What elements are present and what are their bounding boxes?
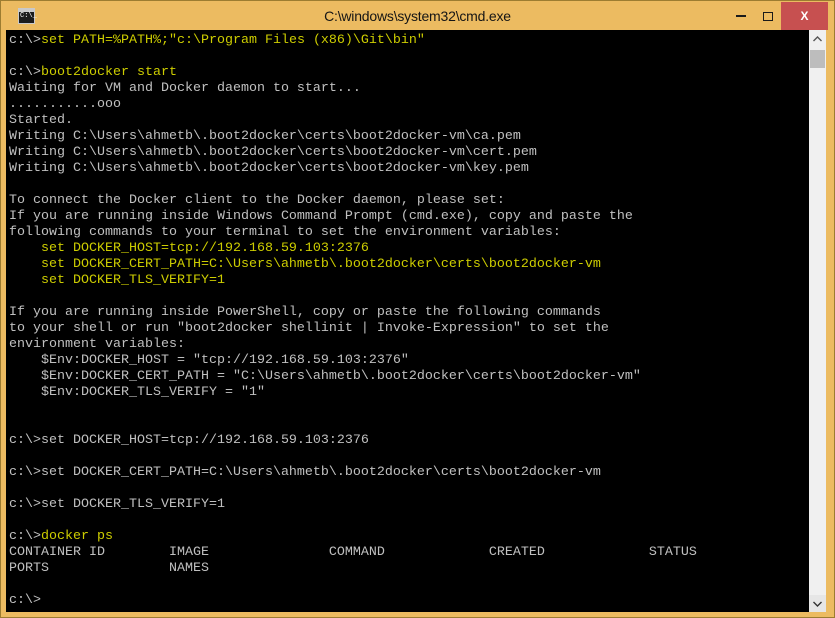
terminal-line: c:\>boot2docker start xyxy=(9,65,809,81)
terminal-line: c:\>docker ps xyxy=(9,529,809,545)
terminal-line xyxy=(9,417,809,433)
terminal-line: environment variables: xyxy=(9,337,809,353)
terminal-line: set DOCKER_CERT_PATH=C:\Users\ahmetb\.bo… xyxy=(9,257,809,273)
terminal-line: $Env:DOCKER_TLS_VERIFY = "1" xyxy=(9,385,809,401)
close-button[interactable]: X xyxy=(781,2,828,30)
maximize-button[interactable] xyxy=(754,2,781,30)
terminal-line: If you are running inside PowerShell, co… xyxy=(9,305,809,321)
terminal-line: CONTAINER ID IMAGE COMMAND CREATED STATU… xyxy=(9,545,809,561)
terminal-line: $Env:DOCKER_HOST = "tcp://192.168.59.103… xyxy=(9,353,809,369)
scrollbar-thumb[interactable] xyxy=(810,50,825,68)
minimize-button[interactable] xyxy=(727,2,754,30)
scrollbar[interactable] xyxy=(809,30,826,612)
scroll-up-button[interactable] xyxy=(809,30,826,47)
terminal-line: ...........ooo xyxy=(9,97,809,113)
terminal-line xyxy=(9,577,809,593)
terminal-line: To connect the Docker client to the Dock… xyxy=(9,193,809,209)
terminal-line: Writing C:\Users\ahmetb\.boot2docker\cer… xyxy=(9,145,809,161)
terminal-line: Waiting for VM and Docker daemon to star… xyxy=(9,81,809,97)
terminal-output: c:\>set PATH=%PATH%;"c:\Program Files (x… xyxy=(9,33,809,609)
terminal-line: Writing C:\Users\ahmetb\.boot2docker\cer… xyxy=(9,161,809,177)
terminal-line xyxy=(9,449,809,465)
minimize-icon xyxy=(736,15,746,17)
terminal-line: PORTS NAMES xyxy=(9,561,809,577)
terminal-line xyxy=(9,49,809,65)
scroll-down-icon xyxy=(813,601,822,607)
terminal-line xyxy=(9,481,809,497)
terminal[interactable]: c:\>set PATH=%PATH%;"c:\Program Files (x… xyxy=(6,30,809,612)
terminal-line xyxy=(9,177,809,193)
terminal-line: If you are running inside Windows Comman… xyxy=(9,209,809,225)
terminal-line: c:\> xyxy=(9,593,809,609)
terminal-line: c:\>set DOCKER_CERT_PATH=C:\Users\ahmetb… xyxy=(9,465,809,481)
terminal-line xyxy=(9,289,809,305)
terminal-line: Writing C:\Users\ahmetb\.boot2docker\cer… xyxy=(9,129,809,145)
scroll-down-button[interactable] xyxy=(809,595,826,612)
close-icon: X xyxy=(800,9,808,23)
terminal-line: to your shell or run "boot2docker shelli… xyxy=(9,321,809,337)
titlebar[interactable]: C:\_ C:\windows\system32\cmd.exe X xyxy=(1,1,834,30)
cmd-window: C:\_ C:\windows\system32\cmd.exe X c:\>s… xyxy=(0,0,835,618)
terminal-line: c:\>set DOCKER_HOST=tcp://192.168.59.103… xyxy=(9,433,809,449)
window-title: C:\windows\system32\cmd.exe xyxy=(1,1,834,30)
terminal-line: set DOCKER_HOST=tcp://192.168.59.103:237… xyxy=(9,241,809,257)
scroll-up-icon xyxy=(813,36,822,42)
terminal-line xyxy=(9,401,809,417)
terminal-line: set DOCKER_TLS_VERIFY=1 xyxy=(9,273,809,289)
terminal-line: c:\>set DOCKER_TLS_VERIFY=1 xyxy=(9,497,809,513)
terminal-line: following commands to your terminal to s… xyxy=(9,225,809,241)
maximize-icon xyxy=(763,12,773,21)
terminal-line: $Env:DOCKER_CERT_PATH = "C:\Users\ahmetb… xyxy=(9,369,809,385)
terminal-line xyxy=(9,513,809,529)
window-controls: X xyxy=(727,2,828,30)
terminal-line: Started. xyxy=(9,113,809,129)
terminal-line: c:\>set PATH=%PATH%;"c:\Program Files (x… xyxy=(9,33,809,49)
